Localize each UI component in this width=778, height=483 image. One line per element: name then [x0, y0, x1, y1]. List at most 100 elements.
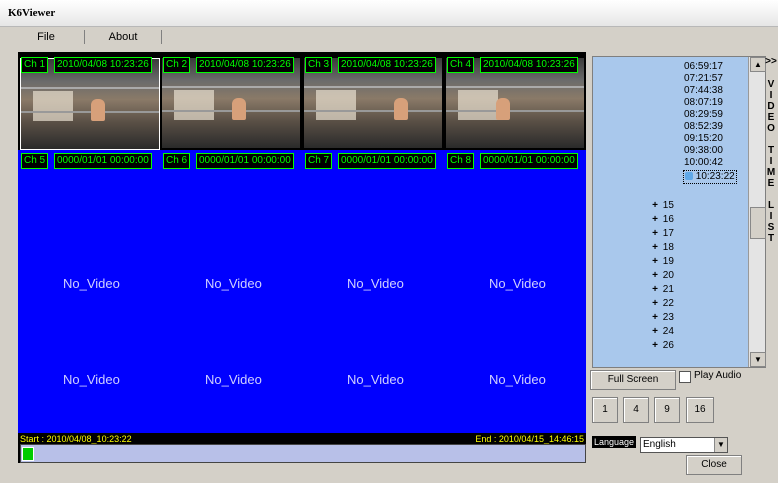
tab-letter: D: [767, 101, 775, 112]
chevron-down-icon[interactable]: ▼: [714, 438, 727, 452]
tab-letter: S: [767, 222, 775, 233]
video-time-list-tab[interactable]: >> V I D E O T I M E L I S T: [764, 56, 778, 356]
time-item[interactable]: 07:21:57: [684, 73, 723, 85]
expand-icon[interactable]: +: [650, 214, 660, 226]
no-video-label: No_Video: [489, 372, 546, 387]
date-node[interactable]: + 23: [650, 312, 674, 324]
channel-timestamp: 0000/01/01 00:00:00: [480, 153, 578, 169]
camera-icon: [685, 172, 693, 181]
channel-timestamp: 0000/01/01 00:00:00: [338, 153, 436, 169]
expand-icon[interactable]: +: [650, 270, 660, 282]
title-bar: K6Viewer: [0, 0, 778, 27]
no-video-label: No_Video: [63, 276, 120, 291]
date-node[interactable]: + 15: [650, 200, 674, 212]
date-label: 19: [662, 256, 674, 267]
channel-label: Ch 7: [305, 153, 333, 169]
tab-letter: M: [766, 167, 776, 178]
time-item[interactable]: 10:00:42: [684, 157, 723, 169]
time-item[interactable]: 08:52:39: [684, 121, 723, 133]
language-select[interactable]: English ▼: [640, 437, 728, 453]
split-9-button[interactable]: 9: [654, 397, 680, 423]
video-grid[interactable]: Ch 1 2010/04/08 10:23:26 Ch 2 2010/04/08…: [18, 52, 586, 433]
split-1-button[interactable]: 1: [592, 397, 618, 423]
time-item[interactable]: 09:38:00: [684, 145, 723, 157]
time-item[interactable]: 08:07:19: [684, 97, 723, 109]
date-label: 16: [662, 214, 674, 225]
time-item[interactable]: 07:44:38: [684, 85, 723, 97]
channel-label: Ch 5: [21, 153, 49, 169]
channel-timestamp: 0000/01/01 00:00:00: [196, 153, 294, 169]
time-item[interactable]: 09:15:20: [684, 133, 723, 145]
channel-timestamp: 2010/04/08 10:23:26: [480, 57, 578, 73]
expand-icon[interactable]: +: [650, 200, 660, 212]
channel-label: Ch 4: [447, 57, 475, 73]
window-title: K6Viewer: [8, 7, 56, 19]
date-label: 15: [662, 200, 674, 211]
timeline-slider-handle[interactable]: [22, 447, 34, 461]
expand-icon[interactable]: +: [650, 340, 660, 352]
no-video-label: No_Video: [205, 276, 262, 291]
expand-icon[interactable]: +: [650, 326, 660, 338]
play-audio-checkbox[interactable]: [679, 371, 691, 383]
date-node[interactable]: + 19: [650, 256, 674, 268]
date-label: 22: [662, 298, 674, 309]
no-video-label: No_Video: [347, 372, 404, 387]
tree-scrollbar[interactable]: ▲ ▼: [748, 57, 766, 367]
language-value: English: [643, 439, 676, 450]
timeline-end: End : 2010/04/15_14:46:15: [475, 434, 584, 444]
expand-icon[interactable]: +: [650, 298, 660, 310]
full-screen-button[interactable]: Full Screen: [590, 370, 676, 390]
tab-letter: E: [767, 112, 775, 123]
date-node[interactable]: + 18: [650, 242, 674, 254]
channel-timestamp: 0000/01/01 00:00:00: [54, 153, 152, 169]
date-node[interactable]: + 21: [650, 284, 674, 296]
date-node[interactable]: + 26: [650, 340, 674, 352]
date-node[interactable]: + 16: [650, 214, 674, 226]
expand-icon[interactable]: +: [650, 256, 660, 268]
playback-timeline: Start : 2010/04/08_10:23:22 End : 2010/0…: [18, 433, 586, 463]
date-node[interactable]: + 24: [650, 326, 674, 338]
tab-letter: O: [767, 123, 775, 134]
tab-letter: T: [767, 233, 775, 244]
collapse-toggle[interactable]: >>: [764, 56, 778, 67]
time-item-selected[interactable]: 10:23:22: [683, 170, 737, 184]
date-label: 17: [662, 228, 674, 239]
timeline-start: Start : 2010/04/08_10:23:22: [20, 434, 132, 444]
time-item[interactable]: 08:29:59: [684, 109, 723, 121]
expand-icon[interactable]: +: [650, 228, 660, 240]
tab-spacer: [764, 134, 778, 145]
tab-letter: T: [767, 145, 775, 156]
menu-about[interactable]: About: [85, 30, 162, 44]
split-4-button[interactable]: 4: [623, 397, 649, 423]
date-node[interactable]: + 20: [650, 270, 674, 282]
tab-letter: L: [767, 200, 775, 211]
date-node[interactable]: + 17: [650, 228, 674, 240]
no-video-label: No_Video: [63, 372, 120, 387]
tab-letter: I: [769, 90, 773, 101]
channel-timestamp: 2010/04/08 10:23:26: [196, 57, 294, 73]
time-item[interactable]: 06:59:17: [684, 61, 723, 73]
date-label: 20: [662, 270, 674, 281]
channel-label: Ch 8: [447, 153, 475, 169]
menu-bar: File About: [8, 30, 778, 44]
channel-label: Ch 6: [163, 153, 191, 169]
no-video-label: No_Video: [489, 276, 546, 291]
time-tree: 06:59:17 07:21:57 07:44:38 08:07:19 08:2…: [593, 57, 747, 367]
channel-label: Ch 2: [163, 57, 191, 73]
date-node[interactable]: + 22: [650, 298, 674, 310]
close-button[interactable]: Close: [686, 455, 742, 475]
channel-timestamp: 2010/04/08 10:23:26: [338, 57, 436, 73]
play-audio-label: Play Audio: [694, 370, 742, 381]
tab-letter: E: [767, 178, 775, 189]
menu-file[interactable]: File: [8, 30, 85, 44]
split-16-button[interactable]: 16: [686, 397, 714, 423]
expand-icon[interactable]: +: [650, 242, 660, 254]
expand-icon[interactable]: +: [650, 284, 660, 296]
channel-label: Ch 3: [305, 57, 333, 73]
timeline-track[interactable]: [20, 444, 586, 463]
expand-icon[interactable]: +: [650, 312, 660, 324]
channel-label: Ch 1: [21, 57, 49, 73]
app-window: K6Viewer File About Ch 1 2010/04/08 10:2…: [0, 0, 778, 483]
no-video-label: No_Video: [205, 372, 262, 387]
language-label: Language: [592, 436, 637, 448]
